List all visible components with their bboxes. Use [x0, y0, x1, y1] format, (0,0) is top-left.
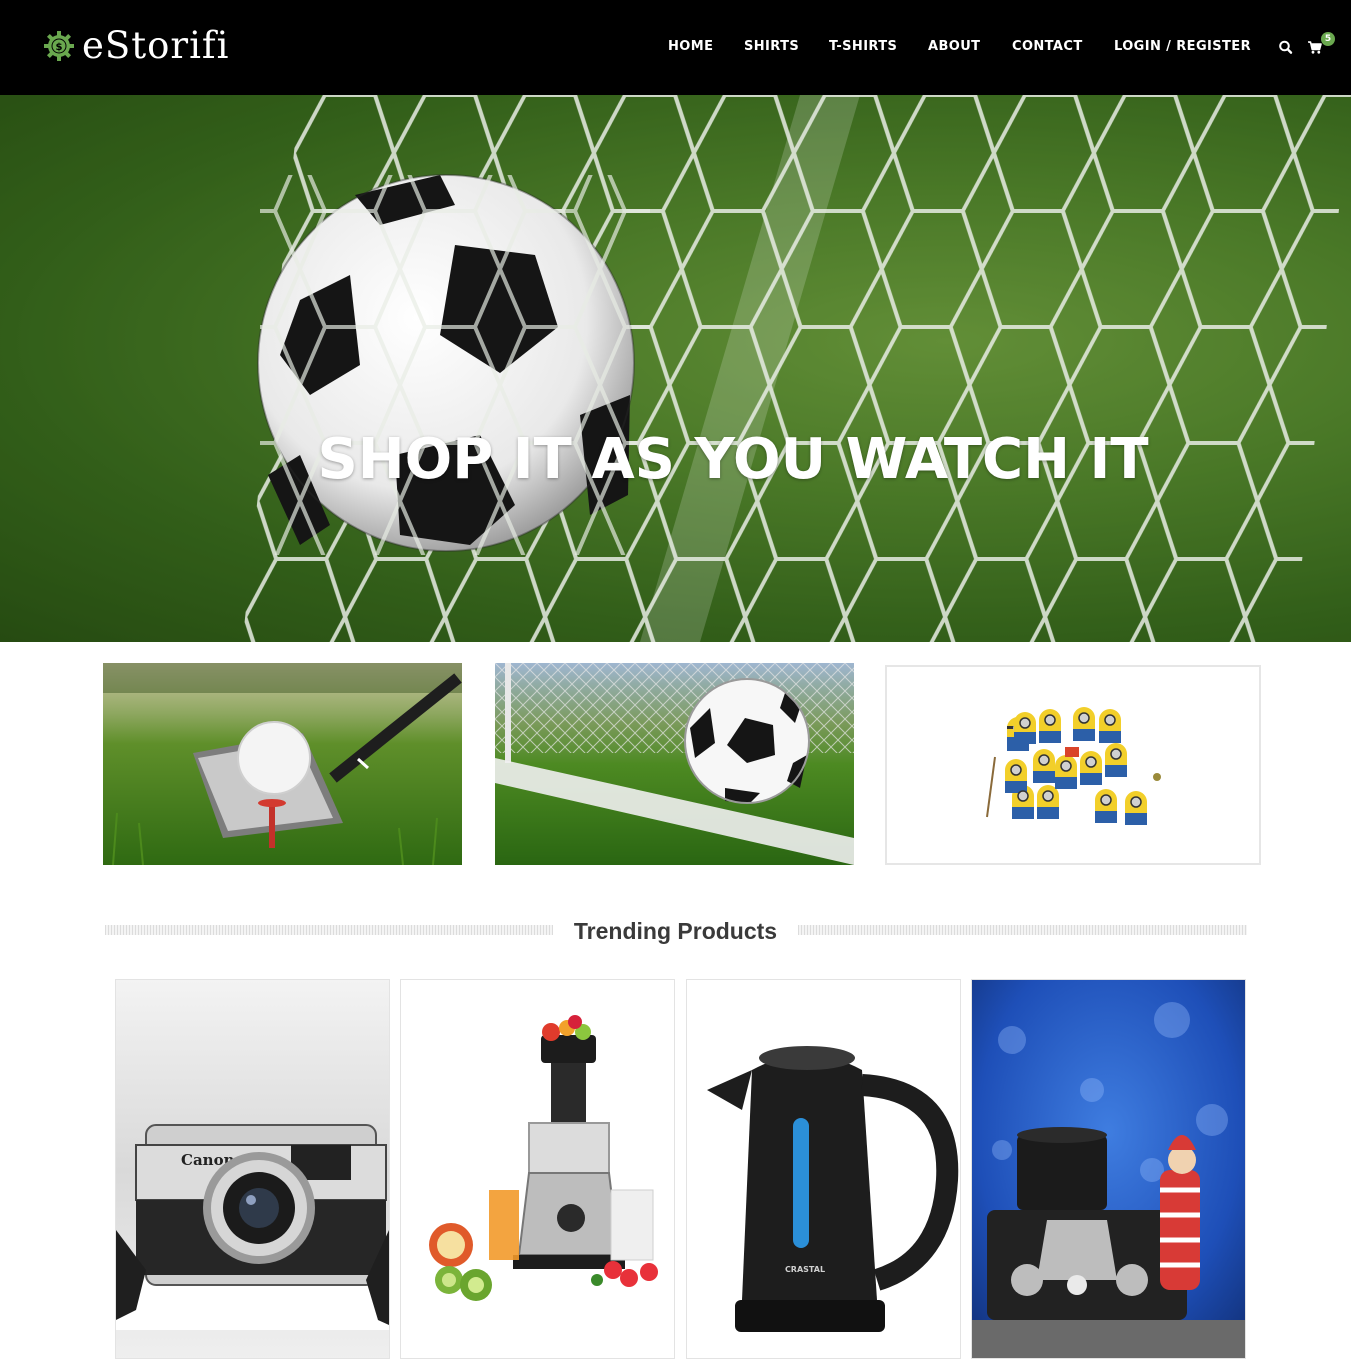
- soccer-ball-on-pitch-image: [495, 663, 854, 865]
- nav-about[interactable]: ABOUT: [928, 37, 980, 57]
- banner-minions[interactable]: [885, 665, 1261, 865]
- nav-home[interactable]: HOME: [668, 37, 713, 57]
- product-card[interactable]: [971, 979, 1246, 1359]
- nav-login-register[interactable]: LOGIN / REGISTER: [1114, 37, 1251, 57]
- product-card[interactable]: CRASTAL: [686, 979, 961, 1359]
- svg-text:CRASTAL: CRASTAL: [785, 1265, 825, 1274]
- golf-ball-and-club-image: [103, 663, 462, 865]
- canon-camera-image: Canon: [116, 980, 389, 1358]
- minion-toys-image: [986, 707, 1161, 825]
- nav-shirts[interactable]: SHIRTS: [744, 37, 799, 57]
- product-card[interactable]: Canon: [115, 979, 390, 1359]
- nav-contact[interactable]: CONTACT: [1012, 37, 1083, 57]
- nav-t-shirts[interactable]: T-SHIRTS: [829, 37, 897, 57]
- banner-golf[interactable]: [103, 663, 462, 865]
- section-divider-right: [798, 925, 1247, 935]
- banner-soccer[interactable]: [495, 663, 854, 865]
- camera-with-toy-image: [972, 980, 1245, 1358]
- juicer-with-fruit-image: [401, 980, 674, 1358]
- product-card[interactable]: [400, 979, 675, 1359]
- cart-count-badge: 5: [1321, 32, 1335, 46]
- black-kettle-image: CRASTAL: [687, 980, 960, 1358]
- main-nav: HOME SHIRTS T-SHIRTS ABOUT CONTACT LOGIN…: [0, 37, 1351, 57]
- trending-products-title: Trending Products: [573, 918, 778, 944]
- search-icon[interactable]: [1277, 38, 1295, 56]
- section-divider-left: [105, 925, 553, 935]
- hero-banner: SHOP IT AS YOU WATCH IT: [0, 95, 1351, 642]
- hero-image: [0, 95, 1351, 642]
- hero-title: SHOP IT AS YOU WATCH IT: [317, 427, 1149, 492]
- site-header: $ eStorifi HOME SHIRTS T-SHIRTS ABOUT CO…: [0, 0, 1351, 95]
